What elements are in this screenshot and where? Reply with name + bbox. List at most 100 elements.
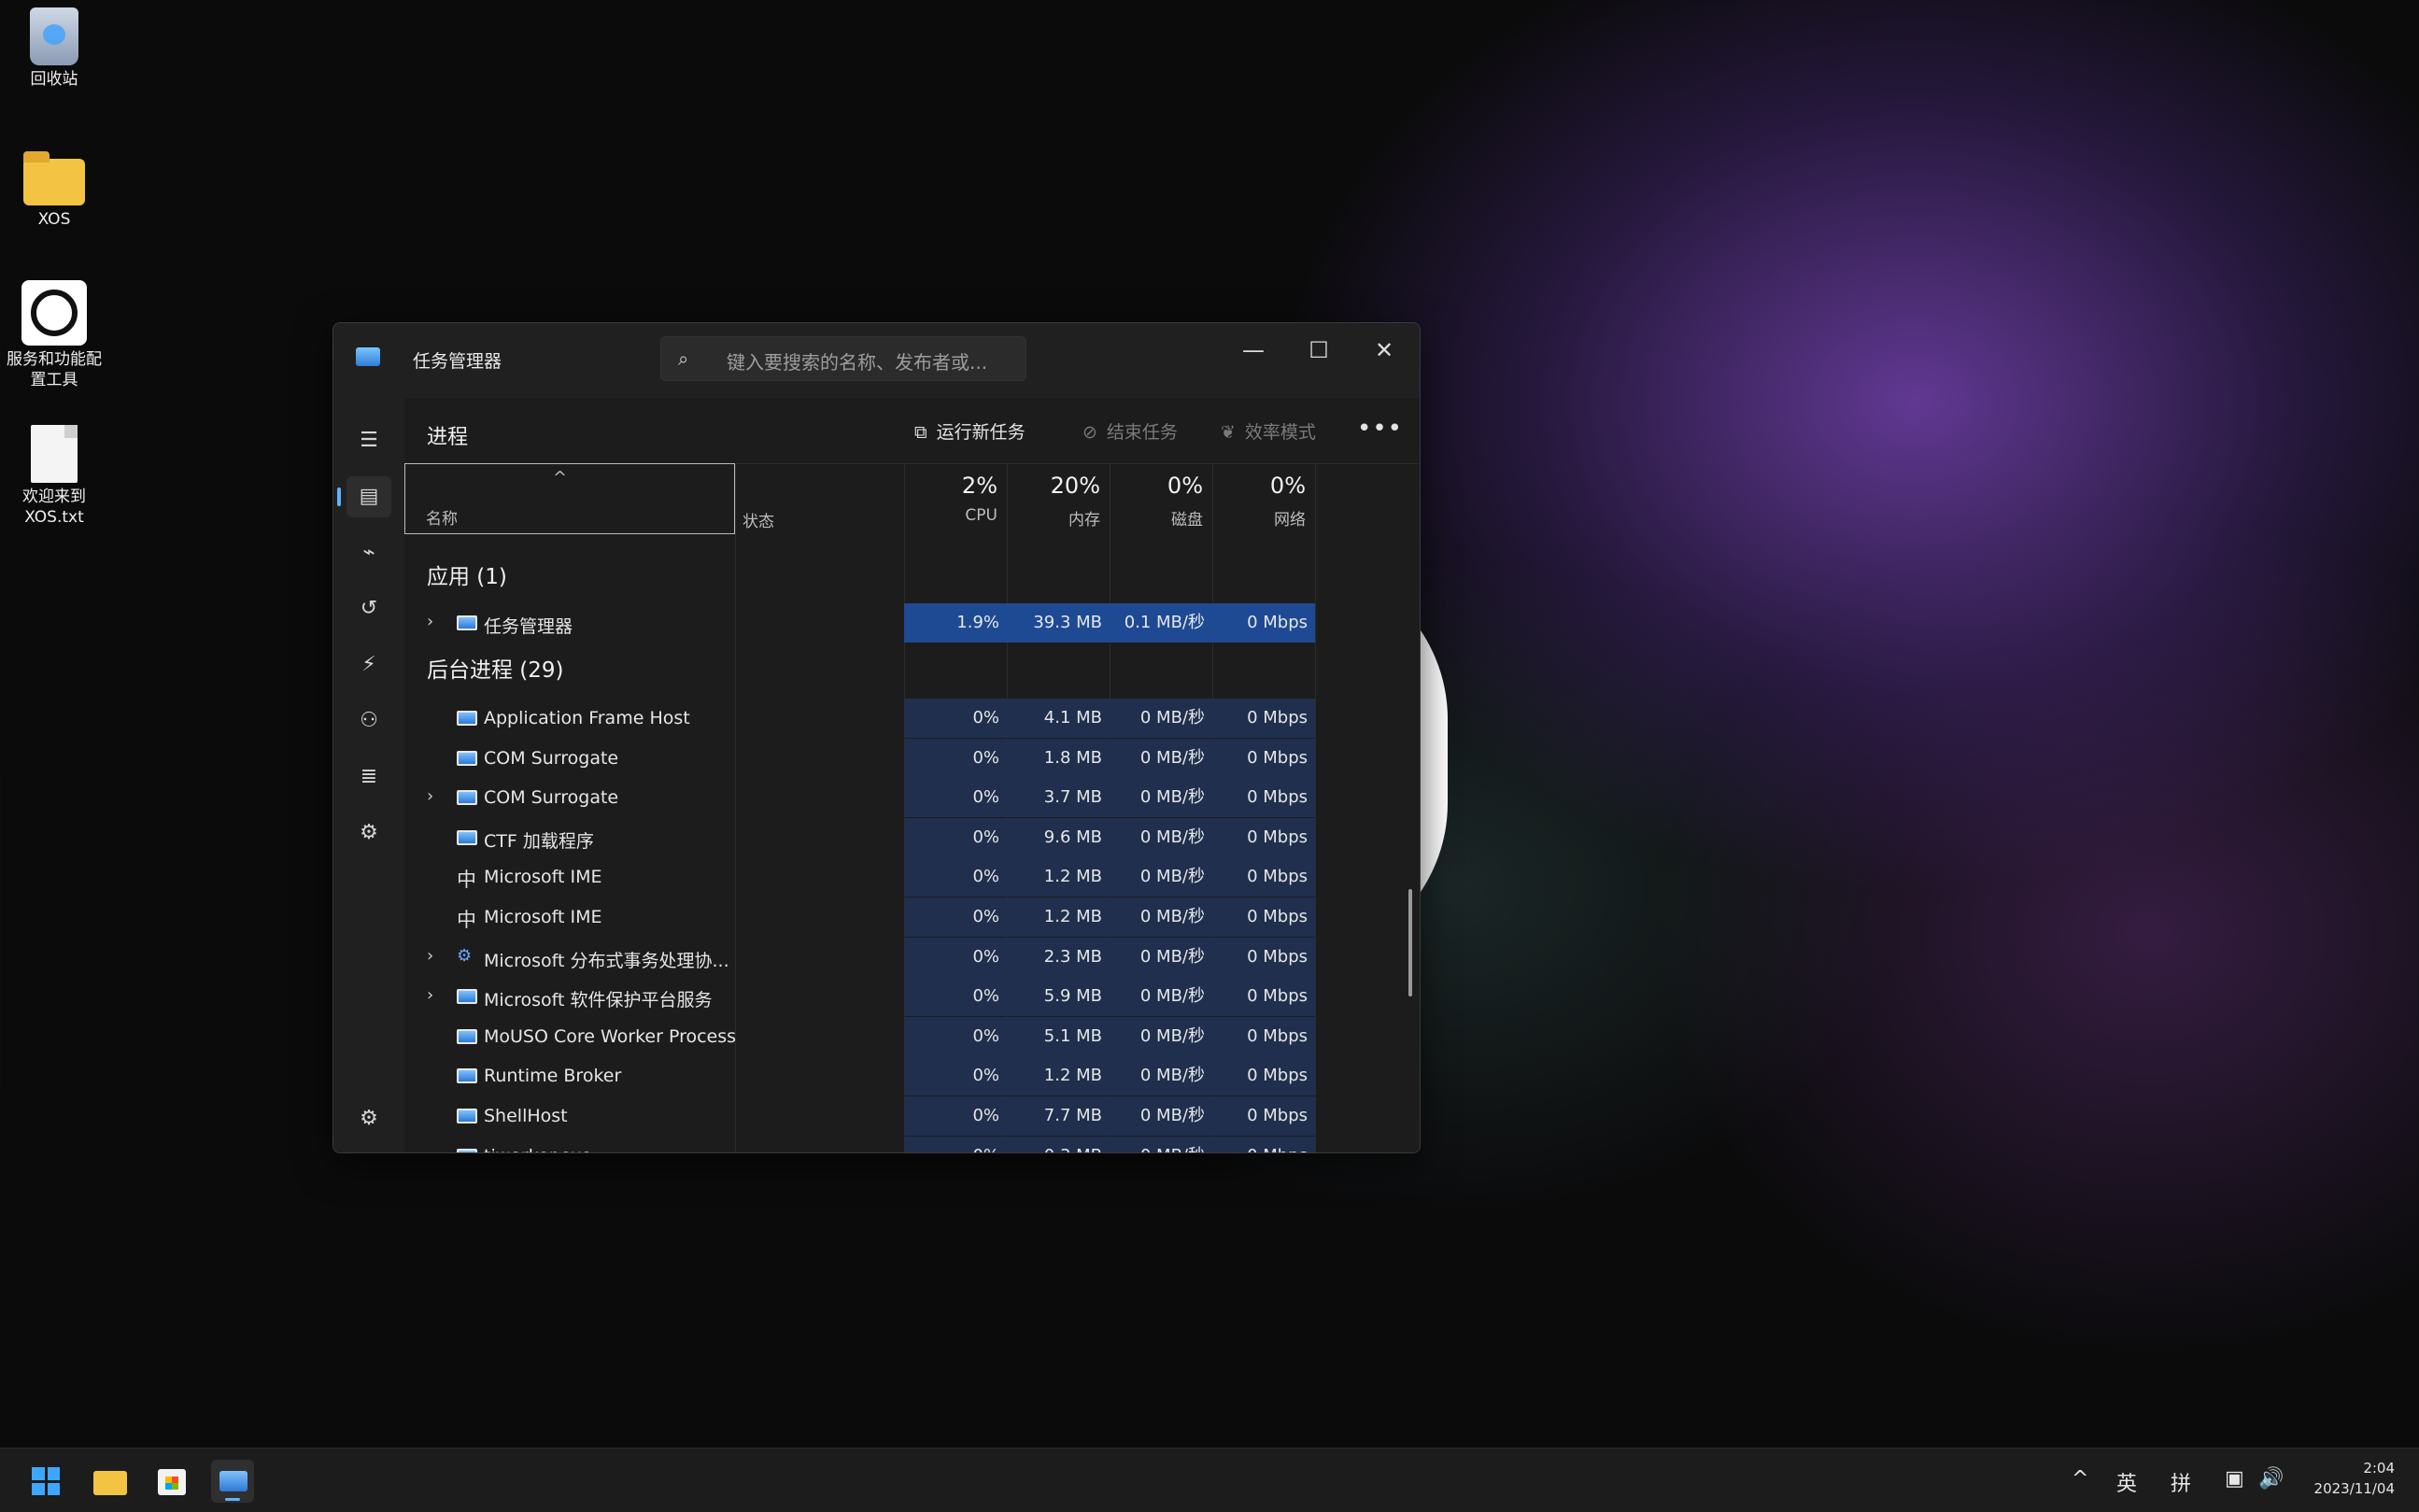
desktop-icon-recycle-bin[interactable]: 回收站 xyxy=(3,7,106,90)
table-row[interactable]: ShellHost 0% 7.7 MB 0 MB/秒 0 Mbps xyxy=(404,1096,1338,1136)
column-header-status[interactable]: 状态 xyxy=(735,463,905,534)
cpu-value: 0% xyxy=(904,857,1007,897)
table-row[interactable]: tiworker.exe 0%0.3 MB0 MB/秒0 Mbps xyxy=(404,1136,1338,1152)
chevron-right-icon[interactable]: › xyxy=(427,985,433,1005)
disk-value: 0 MB/秒 xyxy=(1110,897,1212,937)
text-file-icon xyxy=(31,425,78,483)
disk-value: 0 MB/秒 xyxy=(1110,1096,1212,1136)
group-header-apps[interactable]: 应用 (1) xyxy=(427,558,507,590)
window-app-icon xyxy=(457,1068,477,1084)
show-hidden-icons-chevron[interactable]: ^ xyxy=(2072,1467,2088,1491)
process-name: COM Surrogate xyxy=(484,787,619,809)
window-app-icon xyxy=(457,790,477,806)
scrollbar[interactable] xyxy=(1408,889,1412,996)
process-name: Microsoft 软件保护平台服务 xyxy=(484,990,713,1011)
volume-icon[interactable]: 🔊 xyxy=(2258,1467,2284,1491)
cpu-total: 2% xyxy=(961,473,997,499)
cpu-value: 1.9% xyxy=(904,603,1007,643)
desktop-icon-xos[interactable]: XOS xyxy=(3,148,106,230)
group-header-background[interactable]: 后台进程 (29) xyxy=(427,652,564,684)
cpu-value: 0% xyxy=(904,977,1007,1017)
settings-icon[interactable]: ⚙ xyxy=(347,1098,391,1139)
efficiency-mode-button[interactable]: ❦ 效率模式 xyxy=(1221,418,1316,444)
performance-icon[interactable]: ⌁ xyxy=(347,532,391,573)
table-row[interactable]: Application Frame Host 0% 4.1 MB 0 MB/秒 0 Mb… xyxy=(404,699,1338,738)
memory-value: 7.7 MB xyxy=(1007,1096,1110,1136)
network-value: 0 Mbps xyxy=(1212,897,1315,937)
memory-value: 39.3 MB xyxy=(1007,603,1110,643)
run-new-task-button[interactable]: ⧉ 运行新任务 xyxy=(914,418,1026,444)
task-manager-taskbar-button[interactable] xyxy=(211,1460,254,1503)
disk-value: 0 MB/秒 xyxy=(1110,857,1212,897)
startup-icon[interactable]: ⚡ xyxy=(347,644,391,685)
close-button[interactable]: ✕ xyxy=(1356,329,1412,374)
file-explorer-button[interactable] xyxy=(88,1460,131,1503)
table-row[interactable]: › 任务管理器 1.9% 39.3 MB 0.1 MB/秒 0 Mbps xyxy=(404,603,1338,643)
column-header-network[interactable]: 0% 网络 xyxy=(1212,463,1316,534)
desktop-icon-label: XOS xyxy=(37,210,71,229)
memory-value: 5.1 MB xyxy=(1007,1016,1110,1056)
ime-mode-indicator[interactable]: 英 xyxy=(2116,1467,2137,1497)
table-row[interactable]: › ⚙ Microsoft 分布式事务处理协... 0% 2.3 MB 0 MB/秒 0 M… xyxy=(404,937,1338,977)
disk-value: 0.1 MB/秒 xyxy=(1110,603,1212,643)
app-history-icon[interactable]: ↺ xyxy=(347,588,391,629)
column-header-name[interactable]: ^ 名称 xyxy=(404,463,735,534)
memory-value: 1.2 MB xyxy=(1007,857,1110,897)
table-row[interactable]: 中 Microsoft IME 0% 1.2 MB 0 MB/秒 0 Mbps xyxy=(404,857,1338,897)
task-manager-icon xyxy=(457,615,477,630)
folder-icon xyxy=(23,151,85,205)
cpu-value: 0% xyxy=(904,817,1007,857)
process-name: Microsoft IME xyxy=(484,907,602,927)
column-label: CPU xyxy=(965,506,997,525)
table-row[interactable]: › Microsoft 软件保护平台服务 0% 5.9 MB 0 MB/秒 0 Mbps xyxy=(404,977,1338,1017)
window-app-icon xyxy=(457,989,477,1005)
table-row[interactable]: 中 Microsoft IME 0% 1.2 MB 0 MB/秒 0 Mbps xyxy=(404,897,1338,937)
network-value: 0 Mbps xyxy=(1212,817,1315,857)
network-icon[interactable]: ▣ xyxy=(2225,1467,2244,1491)
clock[interactable]: 2:04 2023/11/04 xyxy=(2314,1458,2395,1499)
details-icon[interactable]: ≣ xyxy=(347,756,391,798)
more-options-button[interactable]: ••• xyxy=(1357,415,1403,443)
maximize-button[interactable]: ☐ xyxy=(1291,329,1347,374)
clock-date: 2023/11/04 xyxy=(2313,1480,2395,1497)
disk-total: 0% xyxy=(1167,473,1203,499)
hamburger-icon[interactable]: ☰ xyxy=(347,420,391,461)
cpu-value: 0% xyxy=(904,1096,1007,1136)
efficiency-mode-label: 效率模式 xyxy=(1244,422,1316,443)
recycle-bin-icon xyxy=(30,7,78,65)
disk-value: 0 MB/秒 xyxy=(1110,738,1212,778)
table-row[interactable]: Runtime Broker 0% 1.2 MB 0 MB/秒 0 Mbps xyxy=(404,1056,1338,1096)
tool-icon xyxy=(21,280,87,346)
start-button[interactable] xyxy=(24,1460,67,1503)
process-name: 任务管理器 xyxy=(484,616,573,637)
minimize-button[interactable]: — xyxy=(1225,329,1281,374)
title-bar[interactable]: 任务管理器 ⌕ 键入要搜索的名称、发布者或... — ☐ ✕ xyxy=(333,323,1420,398)
table-row[interactable]: CTF 加载程序 0% 9.6 MB 0 MB/秒 0 Mbps xyxy=(404,817,1338,857)
search-input[interactable]: ⌕ 键入要搜索的名称、发布者或... xyxy=(660,336,1026,381)
column-label: 网络 xyxy=(1274,511,1306,530)
processes-icon[interactable]: ▤ xyxy=(337,476,391,517)
column-header-memory[interactable]: 20% 内存 xyxy=(1007,463,1110,534)
end-task-label: 结束任务 xyxy=(1106,422,1178,443)
table-row[interactable]: MoUSO Core Worker Process 0% 5.1 MB 0 MB/秒 0… xyxy=(404,1016,1338,1056)
end-task-button[interactable]: ⊘ 结束任务 xyxy=(1082,418,1178,444)
network-value: 0 Mbps xyxy=(1212,1096,1315,1136)
chevron-right-icon[interactable]: › xyxy=(427,612,433,631)
memory-value: 0.3 MB xyxy=(1007,1136,1110,1152)
chevron-right-icon[interactable]: › xyxy=(427,786,433,806)
window-app-icon xyxy=(457,711,477,726)
network-value: 0 Mbps xyxy=(1212,738,1315,778)
disk-value: 0 MB/秒 xyxy=(1110,1016,1212,1056)
table-row[interactable]: COM Surrogate 0% 1.8 MB 0 MB/秒 0 Mbps xyxy=(404,738,1338,778)
ime-layout-indicator[interactable]: 拼 xyxy=(2171,1467,2191,1497)
desktop-icon-welcome-txt[interactable]: 欢迎来到 XOS.txt xyxy=(3,425,106,528)
memory-value: 1.8 MB xyxy=(1007,738,1110,778)
services-icon[interactable]: ⚙ xyxy=(347,813,391,854)
users-icon[interactable]: ⚇ xyxy=(347,700,391,742)
column-header-disk[interactable]: 0% 磁盘 xyxy=(1110,463,1213,534)
store-button[interactable] xyxy=(149,1460,192,1503)
column-header-cpu[interactable]: 2% CPU xyxy=(904,463,1008,534)
table-row[interactable]: › COM Surrogate 0% 3.7 MB 0 MB/秒 0 Mbps xyxy=(404,778,1338,818)
chevron-right-icon[interactable]: › xyxy=(427,946,433,966)
desktop-icon-service-tool[interactable]: 服务和功能配 置工具 xyxy=(3,280,106,390)
